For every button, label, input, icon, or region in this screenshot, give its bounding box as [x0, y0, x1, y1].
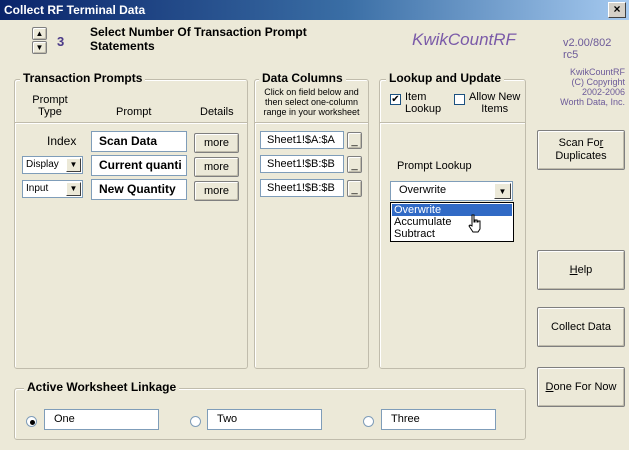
linkage-radio-one[interactable]	[26, 416, 37, 427]
copyright-line1: KwikCountRF	[569, 67, 625, 77]
prompts-divider	[15, 122, 247, 123]
prompt-lookup-dropdown-list: Overwrite Accumulate Subtract	[390, 202, 514, 242]
worksheet-linkage-title: Active Worksheet Linkage	[24, 380, 180, 394]
prompt-field-1[interactable]: Scan Data	[91, 131, 187, 152]
prompt-type-select-3[interactable]: Input ▼	[22, 180, 83, 198]
item-lookup-checkbox[interactable]: ✔	[390, 94, 401, 105]
scan-for-accelerator: r	[599, 137, 604, 149]
allow-new-items-checkbox[interactable]	[454, 94, 465, 105]
prompt-field-2[interactable]: Current quanti	[91, 155, 187, 176]
prompt-lookup-select[interactable]: Overwrite ▼	[390, 181, 513, 201]
scan-for-duplicates-label-line2: Duplicates	[555, 150, 607, 162]
close-button[interactable]: ×	[608, 2, 626, 18]
prompt-type-select-2-value: Display	[26, 159, 59, 170]
prompt-lookup-label: Prompt Lookup	[397, 160, 472, 172]
linkage-radio-two[interactable]	[190, 416, 201, 427]
title-bar: Collect RF Terminal Data ×	[0, 0, 629, 20]
item-lookup-label: Item Lookup	[405, 91, 441, 115]
done-for-now-button[interactable]: Done For Now	[537, 367, 625, 407]
dropdown-option-overwrite[interactable]: Overwrite	[392, 204, 512, 216]
brand-logo: KwikCountRF	[412, 30, 516, 49]
allow-new-items-label-line1: Allow New	[469, 91, 521, 103]
scan-for-duplicates-button[interactable]: Scan For Duplicates	[537, 130, 625, 170]
range-select-button-1[interactable]: _	[347, 132, 362, 149]
lookup-divider	[380, 122, 525, 123]
spin-up-button[interactable]: ▲	[32, 27, 47, 40]
prompt-type-select-3-value: Input	[26, 183, 49, 194]
prompt-lookup-select-value: Overwrite	[399, 184, 447, 196]
scan-for-label: Scan Fo	[558, 137, 600, 149]
allow-new-items-label-line2: Items	[481, 103, 509, 115]
range-select-button-3[interactable]: _	[347, 180, 362, 197]
data-columns-hint-line1: Click on field below and	[264, 87, 359, 97]
prompt-count-label-line2: Statements	[90, 39, 155, 53]
dropdown-arrow-icon[interactable]: ▼	[66, 158, 81, 172]
arrow-up-icon: ▲	[35, 29, 44, 38]
prompt-header: Prompt	[116, 106, 152, 118]
data-columns-divider	[255, 122, 368, 123]
version-label: v2.00/802 rc5	[563, 37, 612, 61]
allow-new-items-label: Allow New Items	[469, 91, 520, 115]
linkage-field-three[interactable]: Three	[381, 409, 496, 430]
data-columns-hint-line3: range in your worksheet	[263, 107, 360, 117]
done-accelerator: D	[545, 381, 554, 393]
transaction-prompts-title: Transaction Prompts	[20, 71, 146, 85]
linkage-field-two[interactable]: Two	[207, 409, 322, 430]
data-column-ref-2[interactable]: Sheet1!$B:$B	[260, 155, 344, 173]
prompt-type-header-line2: Type	[38, 106, 62, 118]
collect-data-button[interactable]: Collect Data	[537, 307, 625, 347]
details-header: Details	[200, 106, 234, 118]
dropdown-arrow-icon[interactable]: ▼	[66, 182, 81, 196]
details-more-button-2[interactable]: more	[194, 157, 239, 177]
data-column-ref-3[interactable]: Sheet1!$B:$B	[260, 179, 344, 197]
prompt-type-select-2[interactable]: Display ▼	[22, 156, 83, 174]
radio-selected-dot	[30, 420, 35, 425]
copyright-line2: (C) Copyright	[571, 77, 625, 87]
copyright-line3: 2002-2006	[581, 87, 625, 97]
spin-down-button[interactable]: ▼	[32, 41, 47, 54]
linkage-field-one[interactable]: One	[44, 409, 159, 430]
mouse-pointer-icon	[468, 214, 482, 237]
details-more-button-3[interactable]: more	[194, 181, 239, 201]
help-label: elp	[577, 264, 593, 276]
done-label: one For Now	[553, 381, 617, 393]
data-columns-title: Data Columns	[259, 71, 346, 85]
copyright-line4: Worth Data, Inc.	[560, 97, 625, 107]
dropdown-option-subtract[interactable]: Subtract	[392, 228, 512, 240]
prompt-type-header-line1: Prompt	[32, 94, 68, 106]
copyright-text: KwikCountRF (C) Copyright 2002-2006 Wort…	[534, 67, 625, 107]
item-lookup-label-line2: Lookup	[405, 103, 442, 115]
linkage-radio-three[interactable]	[363, 416, 374, 427]
range-select-button-2[interactable]: _	[347, 156, 362, 173]
lookup-update-title: Lookup and Update	[386, 71, 504, 85]
prompt-count: 3	[57, 34, 65, 49]
check-icon: ✔	[391, 94, 400, 105]
window-title: Collect RF Terminal Data	[4, 3, 146, 17]
item-lookup-label-line1: Item	[405, 91, 427, 103]
prompt-count-label: Select Number Of Transaction Prompt Stat…	[90, 25, 307, 53]
data-columns-hint-line2: then select one-column	[264, 97, 359, 107]
help-button[interactable]: Help	[537, 250, 625, 290]
scan-for-duplicates-label-line1: Scan For	[559, 137, 604, 150]
prompt-count-label-line1: Select Number Of Transaction Prompt	[90, 25, 307, 39]
data-column-ref-1[interactable]: Sheet1!$A:$A	[260, 131, 344, 149]
dropdown-arrow-icon[interactable]: ▼	[494, 183, 511, 199]
data-columns-hint: Click on field below and then select one…	[255, 87, 368, 117]
prompt-type-header: Prompt Type	[20, 94, 80, 118]
prompt-type-label: Index	[47, 134, 77, 148]
dropdown-option-accumulate[interactable]: Accumulate	[392, 216, 512, 228]
arrow-down-icon: ▼	[35, 43, 44, 52]
details-more-button-1[interactable]: more	[194, 133, 239, 153]
help-accelerator: H	[569, 264, 578, 276]
prompt-field-3[interactable]: New Quantity	[91, 179, 187, 200]
